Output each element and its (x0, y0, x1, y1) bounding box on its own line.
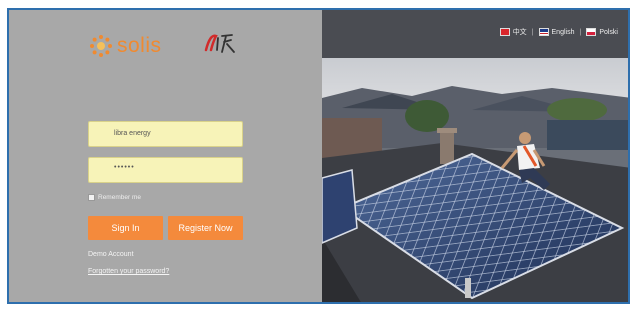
flag-pl-icon (586, 28, 597, 36)
solis-logo: solis (89, 34, 162, 58)
flag-us-icon (538, 28, 549, 36)
solar-installation-image (322, 58, 628, 302)
register-button[interactable]: Register Now (168, 216, 243, 240)
demo-account-link[interactable]: Demo Account (88, 251, 134, 258)
sun-icon (90, 35, 112, 57)
language-switcher: 中文 | English | Polski (499, 27, 618, 37)
separator: | (531, 28, 534, 36)
rooftop-solar-photo (322, 58, 628, 302)
remember-checkbox[interactable] (88, 194, 95, 201)
lang-en[interactable]: English (552, 29, 575, 36)
secondary-logo (204, 34, 235, 53)
sign-in-button[interactable]: Sign In (88, 216, 163, 240)
hero-panel: 中文 | English | Polski (322, 10, 628, 302)
flag-cn-icon (499, 28, 510, 36)
remember-label: Remember me (98, 194, 141, 201)
password-input[interactable]: •••••• (88, 157, 243, 183)
brand-name: solis (117, 34, 162, 57)
lang-pl[interactable]: Polski (599, 29, 618, 36)
login-panel: solis libra energy •••••• Remember me Si… (9, 10, 322, 302)
separator: | (579, 28, 582, 36)
language-bar: 中文 | English | Polski (322, 10, 628, 58)
lang-cn[interactable]: 中文 (513, 27, 527, 37)
remember-me[interactable]: Remember me (88, 194, 141, 201)
login-page: solis libra energy •••••• Remember me Si… (7, 8, 630, 304)
forgot-password-link[interactable]: Forgotten your password? (88, 268, 169, 275)
username-input[interactable]: libra energy (88, 121, 243, 147)
